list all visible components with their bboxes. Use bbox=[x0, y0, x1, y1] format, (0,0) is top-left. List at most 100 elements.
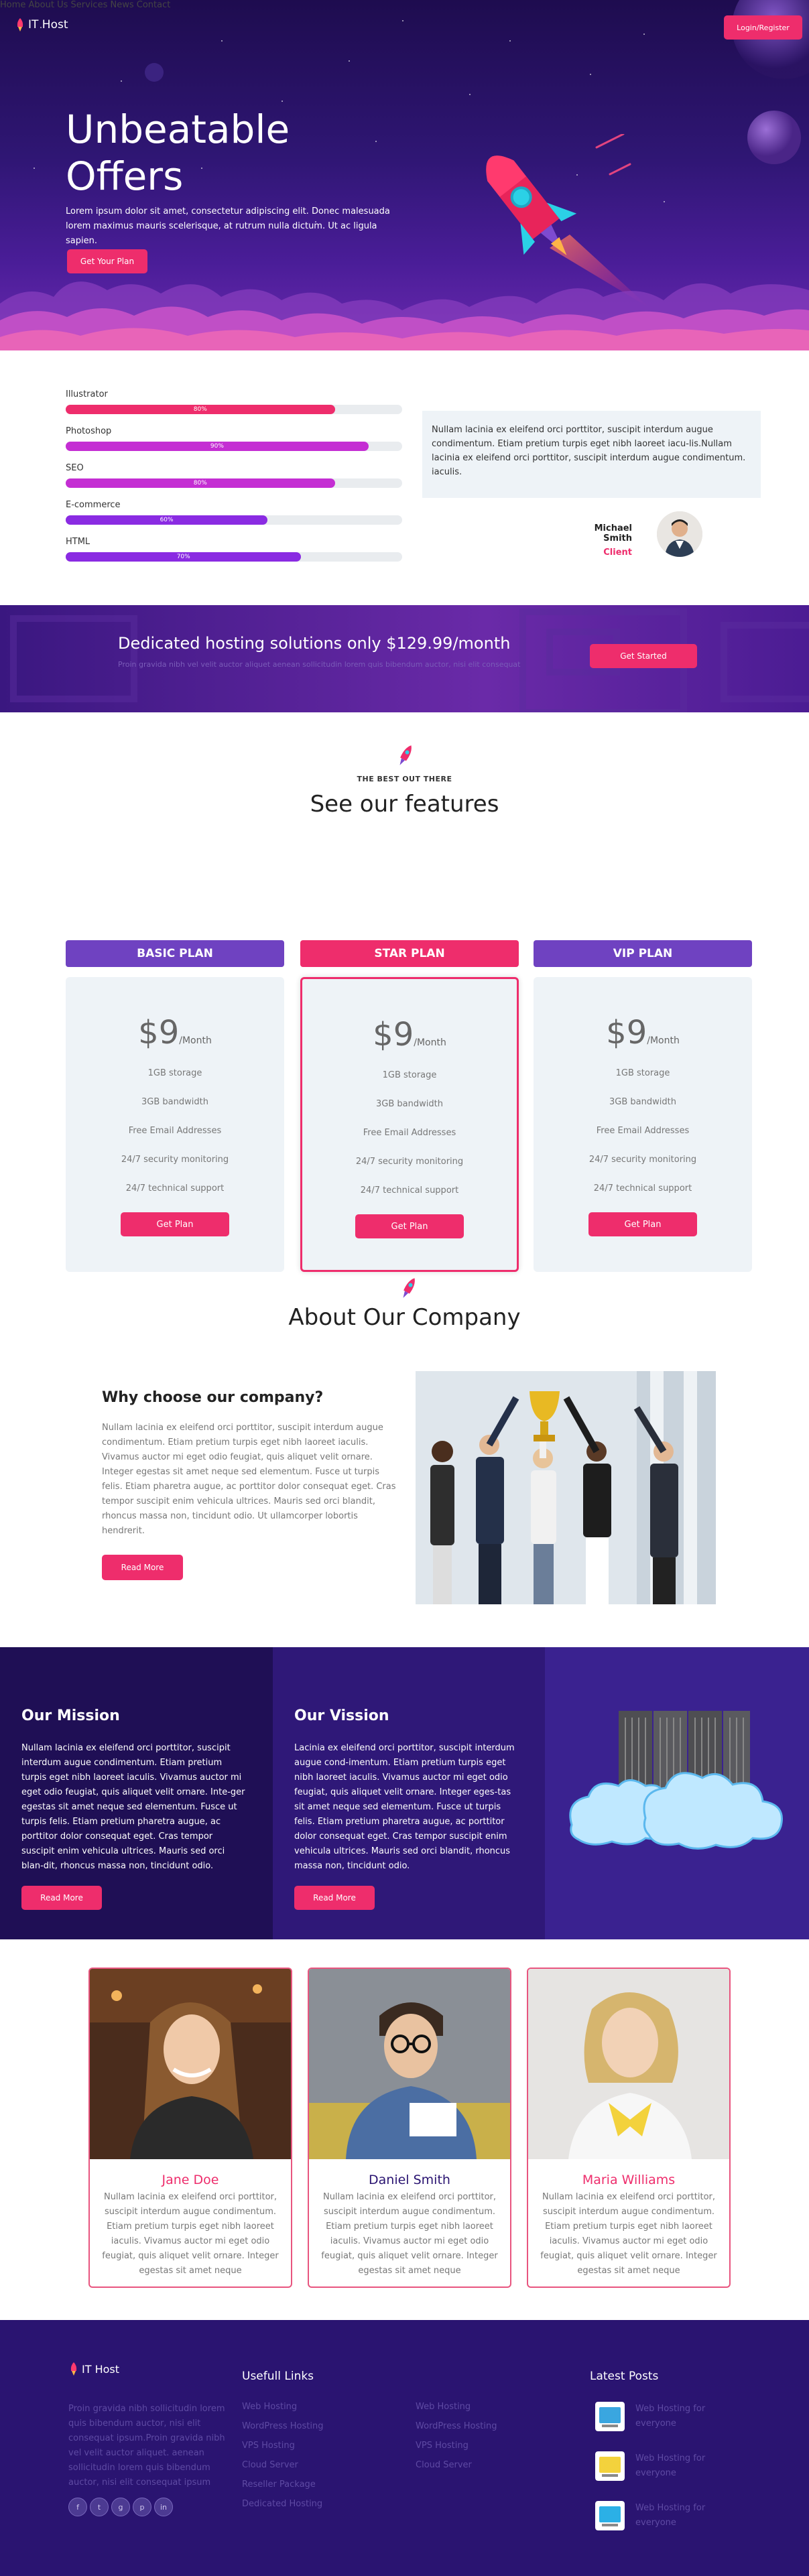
latest-post[interactable]: Web Hosting for everyone bbox=[595, 2501, 743, 2530]
footer-link[interactable]: WordPress Hosting bbox=[416, 2421, 497, 2431]
skill-label: SEO bbox=[66, 463, 84, 473]
latest-post[interactable]: Web Hosting for everyone bbox=[595, 2451, 743, 2481]
woman-portrait bbox=[528, 1969, 729, 2159]
footer-link[interactable]: WordPress Hosting bbox=[242, 2421, 323, 2431]
team-member-photo bbox=[309, 1969, 510, 2159]
skills-section: Illustrator 80% Photoshop 90% SEO 80% E-commer… bbox=[0, 350, 809, 605]
plan-feature: 24/7 technical support bbox=[360, 1185, 459, 1196]
plan-price-period: /Month bbox=[647, 1035, 680, 1046]
skill-label: HTML bbox=[66, 537, 90, 547]
plan-card: $9/Month 1GB storage 3GB bandwidth Free Ema… bbox=[300, 977, 519, 1272]
woman-portrait bbox=[90, 1969, 291, 2159]
nav-about-link[interactable]: About Us bbox=[29, 0, 68, 10]
rocket-logo-icon bbox=[70, 2362, 77, 2376]
trophy-team-image bbox=[416, 1371, 716, 1604]
nav-services-link[interactable]: Services bbox=[71, 0, 108, 10]
about-title: About Our Company bbox=[288, 1304, 521, 1331]
mission-read-more-button[interactable]: Read More bbox=[21, 1886, 102, 1910]
twitter-icon[interactable]: t bbox=[90, 2498, 109, 2516]
get-plan-button[interactable]: Get Plan bbox=[121, 1212, 229, 1236]
plan-feature: 24/7 technical support bbox=[593, 1183, 692, 1194]
mission-vision-section: Our Mission Nullam lacinia ex eleifend o… bbox=[0, 1647, 809, 1939]
testimonial-author: Michael Smith Client bbox=[565, 523, 632, 558]
footer-brand[interactable]: IT Host bbox=[68, 2362, 119, 2376]
footer: IT Host Proin gravida nibh sollicitudin … bbox=[0, 2320, 809, 2576]
footer-link[interactable]: Cloud Server bbox=[242, 2460, 323, 2470]
nav-news-link[interactable]: News bbox=[111, 0, 134, 10]
nav-contact-link[interactable]: Contact bbox=[137, 0, 171, 10]
hero-section: IT Host Home About Us Services News Cont… bbox=[0, 0, 809, 350]
plan-feature: 3GB bandwidth bbox=[609, 1097, 676, 1107]
post-thumbnail-icon bbox=[595, 2402, 625, 2431]
banner-title: Dedicated hosting solutions only $129.99… bbox=[118, 634, 511, 653]
skill-bar: Illustrator 80% bbox=[66, 389, 402, 414]
author-role: Client bbox=[603, 548, 632, 558]
hero-title-line1: Unbeatable bbox=[66, 107, 290, 152]
team-member-bio: Nullam lacinia ex eleifend orci porttito… bbox=[102, 2192, 279, 2276]
hosting-banner: Dedicated hosting solutions only $129.99… bbox=[0, 605, 809, 712]
team-celebration-photo bbox=[416, 1371, 716, 1604]
latest-post[interactable]: Web Hosting for everyone bbox=[595, 2402, 743, 2431]
team-member-name: Jane Doe bbox=[162, 2173, 219, 2187]
footer-link[interactable]: VPS Hosting bbox=[416, 2441, 497, 2451]
plan-feature: 24/7 security monitoring bbox=[121, 1155, 229, 1165]
cloud-server-column bbox=[545, 1647, 809, 1939]
mission-title: Our Mission bbox=[21, 1708, 120, 1724]
plan-feature: 3GB bandwidth bbox=[376, 1099, 443, 1109]
useful-links-title: Usefull Links bbox=[242, 2370, 314, 2383]
plan-feature: 1GB storage bbox=[382, 1070, 437, 1080]
brand-logo[interactable]: IT Host bbox=[15, 17, 68, 32]
post-thumbnail-icon bbox=[595, 2501, 625, 2530]
login-register-button[interactable]: Login/Register bbox=[724, 15, 802, 40]
get-your-plan-button[interactable]: Get Your Plan bbox=[67, 249, 147, 273]
plan-header: BASIC PLAN bbox=[66, 940, 284, 967]
team-card: Daniel Smith Nullam lacinia ex eleifend … bbox=[308, 1968, 511, 2288]
team-member-name: Maria Williams bbox=[582, 2173, 676, 2187]
team-card: Jane Doe Nullam lacinia ex eleifend orci… bbox=[88, 1968, 292, 2288]
star-dot bbox=[282, 101, 283, 102]
star-dot bbox=[469, 94, 471, 95]
person-icon bbox=[657, 511, 702, 557]
facebook-icon[interactable]: f bbox=[68, 2498, 87, 2516]
skill-track: 60% bbox=[66, 515, 402, 525]
skill-track: 70% bbox=[66, 552, 402, 562]
footer-link[interactable]: Reseller Package bbox=[242, 2480, 323, 2490]
author-name: Michael Smith bbox=[594, 523, 632, 543]
nav-home-link[interactable]: Home bbox=[0, 0, 25, 10]
about-read-more-button[interactable]: Read More bbox=[102, 1555, 183, 1580]
footer-link[interactable]: Web Hosting bbox=[242, 2402, 323, 2412]
vision-read-more-button[interactable]: Read More bbox=[294, 1886, 375, 1910]
footer-brand-name: IT Host bbox=[82, 2362, 120, 2376]
skill-track: 80% bbox=[66, 478, 402, 488]
footer-link[interactable]: VPS Hosting bbox=[242, 2441, 323, 2451]
star-dot bbox=[664, 201, 665, 202]
footer-link[interactable]: Web Hosting bbox=[416, 2402, 497, 2412]
skill-fill: 60% bbox=[66, 515, 268, 525]
plan-price: $9/Month bbox=[534, 1014, 752, 1051]
get-plan-button[interactable]: Get Plan bbox=[588, 1212, 697, 1236]
post-title: Web Hosting for everyone bbox=[635, 2453, 706, 2478]
features-title: See our features bbox=[310, 791, 499, 818]
plan-feature: 1GB storage bbox=[147, 1068, 202, 1078]
pinterest-icon[interactable]: p bbox=[133, 2498, 151, 2516]
man-portrait bbox=[309, 1969, 510, 2159]
footer-link[interactable]: Cloud Server bbox=[416, 2460, 497, 2470]
get-started-button[interactable]: Get Started bbox=[590, 644, 697, 668]
plan-feature: 24/7 security monitoring bbox=[588, 1155, 697, 1165]
get-plan-button[interactable]: Get Plan bbox=[355, 1214, 464, 1238]
linkedin-icon[interactable]: in bbox=[154, 2498, 173, 2516]
star-dot bbox=[34, 168, 35, 169]
google-plus-icon[interactable]: g bbox=[111, 2498, 130, 2516]
author-avatar bbox=[657, 511, 702, 557]
plan-feature: 1GB storage bbox=[615, 1068, 670, 1078]
team-member-name: Daniel Smith bbox=[369, 2173, 450, 2187]
testimonial-quote: Nullam lacinia ex eleifend orci porttito… bbox=[422, 411, 761, 498]
plan-feature: Free Email Addresses bbox=[128, 1126, 222, 1136]
latest-posts-title: Latest Posts bbox=[590, 2370, 659, 2383]
team-member-photo bbox=[90, 1969, 291, 2159]
star-dot bbox=[590, 74, 591, 75]
plan-price-amount: $9 bbox=[373, 1016, 414, 1053]
skill-fill: 80% bbox=[66, 478, 335, 488]
rocket-icon bbox=[403, 1278, 415, 1298]
footer-link[interactable]: Dedicated Hosting bbox=[242, 2499, 323, 2509]
